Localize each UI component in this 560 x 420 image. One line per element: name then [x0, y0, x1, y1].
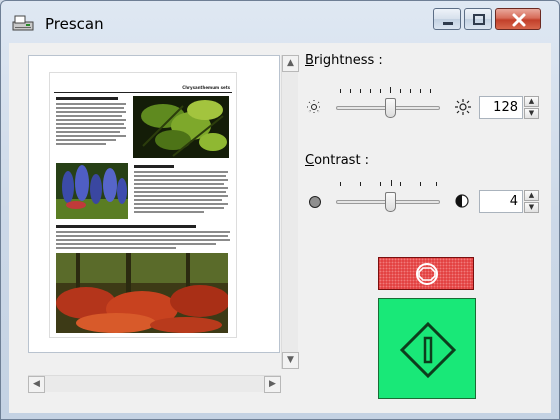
minimize-icon: [443, 22, 453, 25]
arrow-down-icon: ▼: [528, 109, 535, 117]
arrow-up-icon: ▲: [528, 191, 535, 199]
contrast-slider-thumb[interactable]: [385, 192, 396, 212]
text-line: [134, 203, 228, 205]
stop-button[interactable]: [378, 257, 474, 290]
stop-icon: [416, 263, 438, 285]
tick: [370, 89, 371, 93]
tick: [360, 182, 361, 186]
scroll-up-button[interactable]: ▲: [282, 55, 299, 72]
arrow-up-icon: ▲: [287, 58, 294, 68]
brightness-slider-thumb[interactable]: [385, 98, 396, 118]
low-contrast-icon: [309, 196, 321, 208]
tick: [400, 182, 401, 186]
window-title: Prescan: [45, 15, 104, 33]
section-heading-1: [56, 97, 118, 100]
brightness-increment-button[interactable]: ▲: [524, 96, 539, 107]
contrast-decrement-button[interactable]: ▼: [524, 202, 539, 213]
text-line: [134, 191, 226, 193]
arrow-down-icon: ▼: [287, 355, 294, 365]
text-line: [56, 123, 124, 125]
close-icon: [512, 13, 526, 27]
text-line: [134, 211, 204, 213]
text-line: [56, 247, 176, 249]
section-heading-2: [134, 165, 174, 168]
leaves-photo: [133, 96, 229, 158]
text-line: [134, 199, 222, 201]
arrow-down-icon: ▼: [528, 203, 535, 211]
title-bar[interactable]: Prescan: [1, 1, 559, 43]
text-line: [56, 243, 216, 245]
tick: [420, 89, 421, 93]
red-flowers-photo: [56, 253, 228, 333]
text-line: [56, 231, 230, 233]
tick: [350, 89, 351, 93]
minimize-button[interactable]: [433, 8, 461, 30]
tick: [340, 89, 341, 93]
preview-canvas: Chrysanthemum sets: [28, 55, 280, 353]
tick: [340, 182, 341, 186]
text-line: [134, 183, 224, 185]
text-line: [134, 207, 224, 209]
brightness-value-field[interactable]: 128: [479, 96, 523, 119]
brightness-spinner[interactable]: ▲ ▼: [524, 96, 539, 119]
arrow-right-icon: ▶: [269, 379, 276, 389]
preview-horizontal-scrollbar[interactable]: ◀ ▶: [28, 375, 281, 393]
tick: [410, 89, 411, 93]
text-line: [56, 143, 106, 145]
blue-flowers-photo: [56, 163, 128, 219]
text-line: [134, 175, 226, 177]
contrast-increment-button[interactable]: ▲: [524, 190, 539, 201]
prescan-window: Prescan Chrysanthemum sets ▲ ▼ ◀ ▶ Brigh…: [0, 0, 560, 420]
preview-vertical-scrollbar[interactable]: ▲ ▼: [281, 55, 299, 369]
tick: [400, 89, 401, 93]
tick: [391, 180, 392, 186]
text-line: [56, 119, 126, 121]
text-line: [134, 187, 228, 189]
maximize-button[interactable]: [464, 8, 492, 30]
section-heading-3: [56, 225, 196, 228]
maximize-icon: [473, 14, 485, 25]
tick: [430, 89, 431, 93]
text-line: [56, 239, 230, 241]
high-contrast-icon: [455, 194, 469, 208]
text-line: [56, 235, 228, 237]
page-header: Chrysanthemum sets: [182, 85, 230, 90]
tick: [360, 89, 361, 93]
contrast-value-field[interactable]: 4: [479, 190, 523, 213]
arrow-up-icon: ▲: [528, 97, 535, 105]
text-line: [56, 107, 124, 109]
scroll-right-button[interactable]: ▶: [264, 376, 281, 393]
contrast-label: Contrast :: [305, 153, 370, 168]
tick: [380, 89, 381, 93]
contrast-spinner[interactable]: ▲ ▼: [524, 190, 539, 213]
arrow-left-icon: ◀: [33, 379, 40, 389]
bright-sun-icon: [455, 99, 471, 115]
client-area: Chrysanthemum sets ▲ ▼ ◀ ▶ Brightness: …: [9, 43, 551, 413]
brightness-decrement-button[interactable]: ▼: [524, 108, 539, 119]
text-line: [56, 111, 126, 113]
start-icon: [399, 321, 457, 379]
close-button[interactable]: [495, 8, 541, 30]
text-line: [56, 103, 126, 105]
brightness-label: Brightness :: [305, 53, 383, 68]
scroll-down-button[interactable]: ▼: [282, 352, 299, 369]
scroll-left-button[interactable]: ◀: [28, 376, 45, 393]
tick: [436, 182, 437, 186]
text-line: [56, 135, 126, 137]
header-rule: [54, 92, 232, 93]
text-line: [134, 179, 228, 181]
scanned-page-preview: Chrysanthemum sets: [50, 73, 236, 337]
tick: [420, 182, 421, 186]
text-line: [134, 195, 228, 197]
dim-sun-icon: [307, 100, 321, 114]
text-line: [56, 115, 122, 117]
scanner-icon: [12, 15, 34, 31]
text-line: [134, 171, 228, 173]
text-line: [56, 127, 126, 129]
tick: [380, 182, 381, 186]
text-line: [56, 139, 116, 141]
text-line: [56, 131, 120, 133]
tick: [390, 87, 391, 93]
start-button[interactable]: [378, 298, 476, 399]
